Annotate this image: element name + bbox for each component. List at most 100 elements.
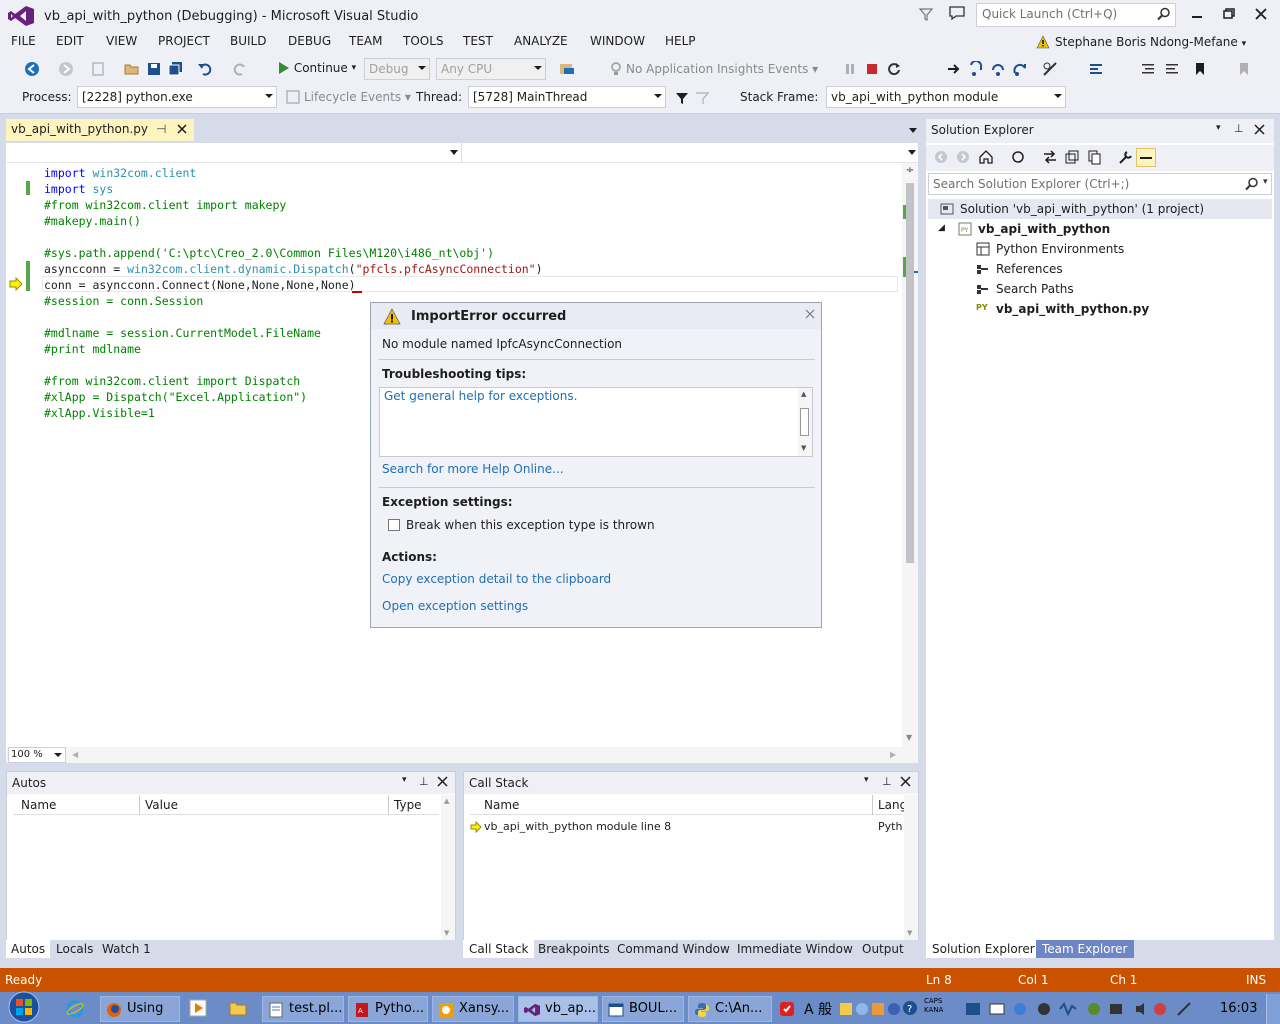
chevron-down-icon[interactable]: ▾ xyxy=(1263,177,1268,187)
menu-help[interactable]: HELP xyxy=(665,34,696,48)
column-header-lang[interactable]: Lang xyxy=(878,798,907,812)
panel-menu-icon[interactable]: ▾ xyxy=(402,775,407,785)
tree-item-python-environments[interactable]: Python Environments xyxy=(928,239,1272,259)
editor-horizontal-scrollbar[interactable]: 100 % ◀ ▶ xyxy=(6,747,918,763)
menu-debug[interactable]: DEBUG xyxy=(288,34,331,48)
continue-button[interactable]: Continue ▾ xyxy=(276,60,356,76)
menu-analyze[interactable]: ANALYZE xyxy=(514,34,568,48)
menu-file[interactable]: FILE xyxy=(11,34,36,48)
menu-project[interactable]: PROJECT xyxy=(158,34,210,48)
taskbar-item-test-file[interactable]: test.pl... xyxy=(262,996,344,1022)
taskbar-item-boul[interactable]: BOUL... xyxy=(602,996,684,1022)
attach-process-icon[interactable] xyxy=(558,61,576,77)
preview-selected-items-button[interactable] xyxy=(1136,148,1156,167)
tab-immediate-window[interactable]: Immediate Window xyxy=(737,942,853,956)
panel-menu-icon[interactable]: ▾ xyxy=(1216,123,1221,133)
minimize-button[interactable] xyxy=(1182,2,1212,26)
ime-mode[interactable]: A 般 xyxy=(804,999,832,1019)
taskbar-item-python-console[interactable]: C:\An... xyxy=(688,996,772,1022)
forward-icon[interactable] xyxy=(956,150,970,164)
break-all-icon[interactable] xyxy=(842,61,858,77)
collapse-all-icon[interactable] xyxy=(1064,149,1080,165)
help-icon[interactable]: ? xyxy=(902,1000,918,1016)
pin-panel-icon[interactable]: ⊥ xyxy=(1234,122,1244,135)
editor-vertical-scrollbar[interactable]: ÷ ▼ xyxy=(902,163,918,747)
tab-team-explorer[interactable]: Team Explorer xyxy=(1036,940,1134,958)
ime-tools-icon[interactable] xyxy=(840,1000,900,1018)
step-out-icon[interactable] xyxy=(1012,61,1028,77)
show-all-files-icon[interactable] xyxy=(1086,149,1102,165)
process-select[interactable]: [2228] python.exe xyxy=(77,86,277,108)
scroll-down-icon[interactable]: ▼ xyxy=(444,929,449,937)
show-desktop-button[interactable] xyxy=(1266,994,1280,1024)
stack-frame-select[interactable]: vb_api_with_python module xyxy=(826,86,1066,108)
pin-tab-icon[interactable]: ⊣ xyxy=(156,122,166,136)
notification-filter-icon[interactable] xyxy=(918,6,934,22)
table-row[interactable]: vb_api_with_python module line 8 Pyth xyxy=(470,818,902,836)
exception-settings-icon[interactable] xyxy=(1042,61,1058,77)
indent-icon[interactable] xyxy=(1164,61,1180,77)
tab-locals[interactable]: Locals xyxy=(56,942,93,956)
clear-bookmarks-icon[interactable] xyxy=(1236,61,1252,77)
toggle-comment-icon[interactable] xyxy=(1088,61,1104,77)
outdent-icon[interactable] xyxy=(1140,61,1156,77)
quick-launch-input[interactable]: Quick Launch (Ctrl+Q) xyxy=(976,3,1176,27)
pin-panel-icon[interactable]: ⊥ xyxy=(882,775,892,788)
undo-icon[interactable] xyxy=(197,61,213,77)
members-dropdown[interactable] xyxy=(464,143,918,163)
media-player-icon[interactable] xyxy=(188,998,208,1018)
menu-window[interactable]: WINDOW xyxy=(590,34,645,48)
expand-arrow-icon[interactable]: ◢ xyxy=(938,223,945,233)
bookmark-icon[interactable] xyxy=(1192,61,1208,77)
solution-platform-select[interactable]: Any CPU xyxy=(436,58,546,80)
scroll-up-icon[interactable]: ▲ xyxy=(801,390,806,398)
tab-solution-explorer[interactable]: Solution Explorer xyxy=(926,940,1041,958)
internet-explorer-icon[interactable] xyxy=(66,1000,84,1018)
column-header-name[interactable]: Name xyxy=(21,798,56,812)
scroll-right-icon[interactable]: ▶ xyxy=(890,750,896,759)
close-popup-icon[interactable] xyxy=(804,308,816,320)
types-dropdown[interactable] xyxy=(6,143,462,163)
tab-breakpoints[interactable]: Breakpoints xyxy=(538,942,609,956)
menu-view[interactable]: VIEW xyxy=(106,34,137,48)
user-account[interactable]: Stephane Boris Ndong-Mefane ▾ xyxy=(1055,35,1246,49)
tab-call-stack[interactable]: Call Stack xyxy=(463,940,535,958)
open-file-icon[interactable] xyxy=(124,61,140,77)
taskbar-item-python-pdf[interactable]: A Pytho... xyxy=(348,996,428,1022)
call-stack-scrollbar[interactable]: ▼ xyxy=(904,795,918,941)
tree-item-python-file[interactable]: PY vb_api_with_python.py xyxy=(928,299,1272,319)
close-window-button[interactable] xyxy=(1246,2,1276,26)
scroll-thumb[interactable] xyxy=(906,183,914,563)
security-shield-icon[interactable] xyxy=(778,1000,796,1018)
scroll-down-icon[interactable]: ▼ xyxy=(907,929,912,937)
scroll-down-icon[interactable]: ▼ xyxy=(906,733,912,742)
column-header-type[interactable]: Type xyxy=(394,798,422,812)
system-tray-icons[interactable] xyxy=(964,1000,1204,1018)
navigate-back-icon[interactable] xyxy=(24,61,40,77)
scroll-up-icon[interactable]: ▲ xyxy=(444,797,449,805)
scroll-left-icon[interactable]: ◀ xyxy=(72,750,78,759)
menu-build[interactable]: BUILD xyxy=(230,34,266,48)
filter-threads-icon[interactable] xyxy=(674,90,690,106)
tree-item-solution[interactable]: Solution 'vb_api_with_python' (1 project… xyxy=(928,199,1272,219)
menu-test[interactable]: TEST xyxy=(463,34,493,48)
file-explorer-icon[interactable] xyxy=(228,998,248,1018)
taskbar-item-visual-studio[interactable]: vb_ap... xyxy=(518,996,598,1022)
pin-panel-icon[interactable]: ⊥ xyxy=(419,775,429,788)
column-header-value[interactable]: Value xyxy=(145,798,178,812)
pending-changes-filter-icon[interactable] xyxy=(1010,149,1026,165)
step-over-icon[interactable] xyxy=(990,61,1006,77)
tab-output[interactable]: Output xyxy=(862,942,904,956)
break-when-thrown-checkbox[interactable] xyxy=(388,519,400,531)
tree-item-search-paths[interactable]: Search Paths xyxy=(928,279,1272,299)
stop-debugging-icon[interactable] xyxy=(864,61,880,77)
application-insights-label[interactable]: No Application Insights Events ▾ xyxy=(626,62,818,76)
tree-item-project[interactable]: ◢ PY vb_api_with_python xyxy=(928,219,1272,239)
menu-team[interactable]: TEAM xyxy=(349,34,382,48)
redo-icon[interactable] xyxy=(232,61,248,77)
search-help-online-link[interactable]: Search for more Help Online... xyxy=(382,462,564,476)
tips-scrollbar[interactable]: ▲ ▼ xyxy=(798,388,812,456)
document-tab[interactable]: vb_api_with_python.py ⊣ xyxy=(6,119,194,141)
restart-icon[interactable] xyxy=(886,61,902,77)
close-tab-icon[interactable] xyxy=(176,121,188,135)
